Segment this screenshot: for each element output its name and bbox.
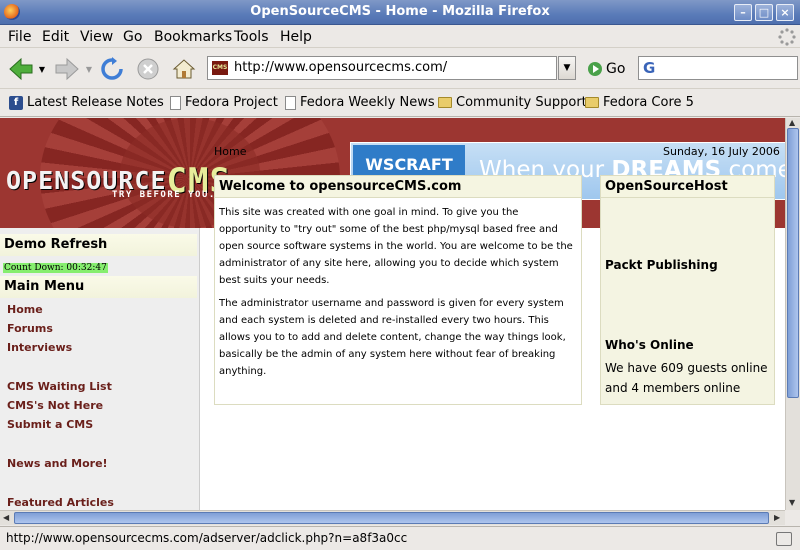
- menu-go[interactable]: Go: [123, 29, 142, 45]
- page-icon: [285, 95, 296, 110]
- back-history-icon[interactable]: ▼: [37, 54, 47, 84]
- bookmark-fedora-core-5[interactable]: Fedora Core 5: [585, 95, 694, 110]
- site-favicon: CMS: [212, 61, 228, 75]
- menu-bookmarks[interactable]: Bookmarks: [154, 29, 232, 45]
- whos-online-text: We have 609 guests online and 4 members …: [605, 361, 768, 395]
- vertical-scrollbar[interactable]: ▲ ▼: [785, 118, 800, 510]
- right-sidebar: OpenSourceHost Packt Publishing Who's On…: [600, 175, 775, 405]
- close-button[interactable]: ×: [776, 4, 794, 21]
- maximize-button[interactable]: □: [755, 4, 773, 21]
- menu-bar: File Edit View Go Bookmarks Tools Help: [0, 26, 800, 48]
- bookmark-label: Fedora Project: [185, 95, 278, 110]
- status-text: http://www.opensourcecms.com/adserver/ad…: [6, 531, 408, 545]
- bookmark-fedora-weekly-news[interactable]: Fedora Weekly News: [285, 95, 435, 110]
- bookmark-label: Latest Release Notes: [27, 95, 164, 110]
- security-icon[interactable]: [776, 532, 792, 546]
- sidebar-item-home[interactable]: Home: [7, 303, 43, 316]
- go-label: Go: [606, 61, 626, 77]
- home-icon: [172, 59, 196, 79]
- scroll-right-icon[interactable]: ▶: [774, 513, 780, 522]
- welcome-box: Welcome to opensourceCMS.com This site w…: [214, 175, 582, 405]
- address-bar[interactable]: CMS http://www.opensourcecms.com/: [207, 56, 557, 80]
- sidebar-item-submit-cms[interactable]: Submit a CMS: [7, 418, 93, 431]
- window-title: OpenSourceCMS - Home - Mozilla Firefox: [250, 4, 550, 19]
- reload-icon: [101, 57, 123, 80]
- menu-help[interactable]: Help: [280, 29, 312, 45]
- sidebar-item-news[interactable]: News and More!: [7, 457, 108, 470]
- bookmark-label: Fedora Weekly News: [300, 95, 435, 110]
- scroll-left-icon[interactable]: ◀: [3, 513, 9, 522]
- opensourcehost-heading: OpenSourceHost: [601, 176, 774, 198]
- address-text[interactable]: http://www.opensourcecms.com/: [234, 60, 447, 75]
- packt-publishing-heading: Packt Publishing: [605, 258, 718, 272]
- demo-refresh-heading: Demo Refresh: [0, 234, 197, 256]
- back-arrow-icon: [9, 57, 33, 81]
- address-dropdown-button[interactable]: ▼: [558, 56, 576, 80]
- window-titlebar[interactable]: OpenSourceCMS - Home - Mozilla Firefox –…: [0, 0, 800, 25]
- horizontal-scrollbar[interactable]: ◀ ▶: [0, 510, 785, 525]
- countdown-timer: Count Down: 00:32:47: [3, 263, 108, 273]
- status-bar: http://www.opensourcecms.com/adserver/ad…: [0, 526, 800, 550]
- welcome-paragraph-1: This site was created with one goal in m…: [219, 207, 573, 286]
- page-icon: [170, 95, 181, 110]
- sidebar-item-interviews[interactable]: Interviews: [7, 341, 72, 354]
- forward-history-icon[interactable]: ▼: [84, 54, 94, 84]
- bookmark-community-support[interactable]: Community Support: [438, 95, 587, 110]
- bookmark-fedora-project[interactable]: Fedora Project: [170, 95, 278, 110]
- scroll-up-icon[interactable]: ▲: [789, 118, 795, 127]
- minimize-button[interactable]: –: [734, 4, 752, 21]
- page-content: OPENSOURCECMS TRY BEFORE YOU...INSTALL W…: [0, 118, 785, 510]
- menu-tools[interactable]: Tools: [234, 29, 269, 45]
- sidebar-item-cms-not-here[interactable]: CMS's Not Here: [7, 399, 103, 412]
- horizontal-scroll-thumb[interactable]: [14, 512, 769, 524]
- welcome-paragraph-2: The administrator username and password …: [219, 298, 566, 377]
- sidebar-item-cms-waiting-list[interactable]: CMS Waiting List: [7, 380, 112, 393]
- bookmarks-toolbar: f Latest Release Notes Fedora Project Fe…: [0, 90, 800, 117]
- vertical-scroll-thumb[interactable]: [787, 128, 799, 398]
- welcome-heading: Welcome to opensourceCMS.com: [215, 176, 581, 198]
- left-sidebar: Demo Refresh Count Down: 00:32:47 Main M…: [0, 228, 200, 510]
- search-box[interactable]: G: [638, 56, 798, 80]
- ad-brand-name: WSCRAFT: [365, 155, 453, 174]
- main-menu-heading: Main Menu: [0, 276, 197, 298]
- google-search-icon[interactable]: G: [643, 59, 655, 77]
- stop-icon: [137, 58, 159, 80]
- go-button[interactable]: Go: [588, 61, 625, 77]
- bookmark-label: Fedora Core 5: [603, 95, 694, 110]
- breadcrumb[interactable]: Home: [214, 145, 246, 158]
- menu-view[interactable]: View: [80, 29, 113, 45]
- folder-icon: [438, 97, 452, 108]
- sidebar-item-featured-articles[interactable]: Featured Articles: [7, 496, 114, 509]
- folder-icon: [585, 97, 599, 108]
- navigation-toolbar: ▼ ▼ CMS http://www.opensourcecms.com/ ▼ …: [0, 49, 800, 89]
- stop-button[interactable]: [134, 54, 162, 84]
- fedora-icon: f: [9, 95, 23, 110]
- bookmark-label: Community Support: [456, 95, 587, 110]
- menu-file[interactable]: File: [8, 29, 31, 45]
- page-date: Sunday, 16 July 2006: [663, 145, 780, 158]
- menu-edit[interactable]: Edit: [42, 29, 69, 45]
- forward-button[interactable]: [52, 54, 82, 84]
- whos-online-heading: Who's Online: [605, 338, 694, 352]
- home-button[interactable]: [170, 54, 198, 84]
- back-button[interactable]: [6, 54, 36, 84]
- throbber-icon: [778, 28, 796, 46]
- reload-button[interactable]: [98, 54, 126, 84]
- scroll-down-icon[interactable]: ▼: [789, 498, 795, 507]
- go-icon: [588, 62, 602, 76]
- bookmark-latest-release-notes[interactable]: f Latest Release Notes: [9, 95, 164, 110]
- forward-arrow-icon: [55, 57, 79, 81]
- sidebar-item-forums[interactable]: Forums: [7, 322, 53, 335]
